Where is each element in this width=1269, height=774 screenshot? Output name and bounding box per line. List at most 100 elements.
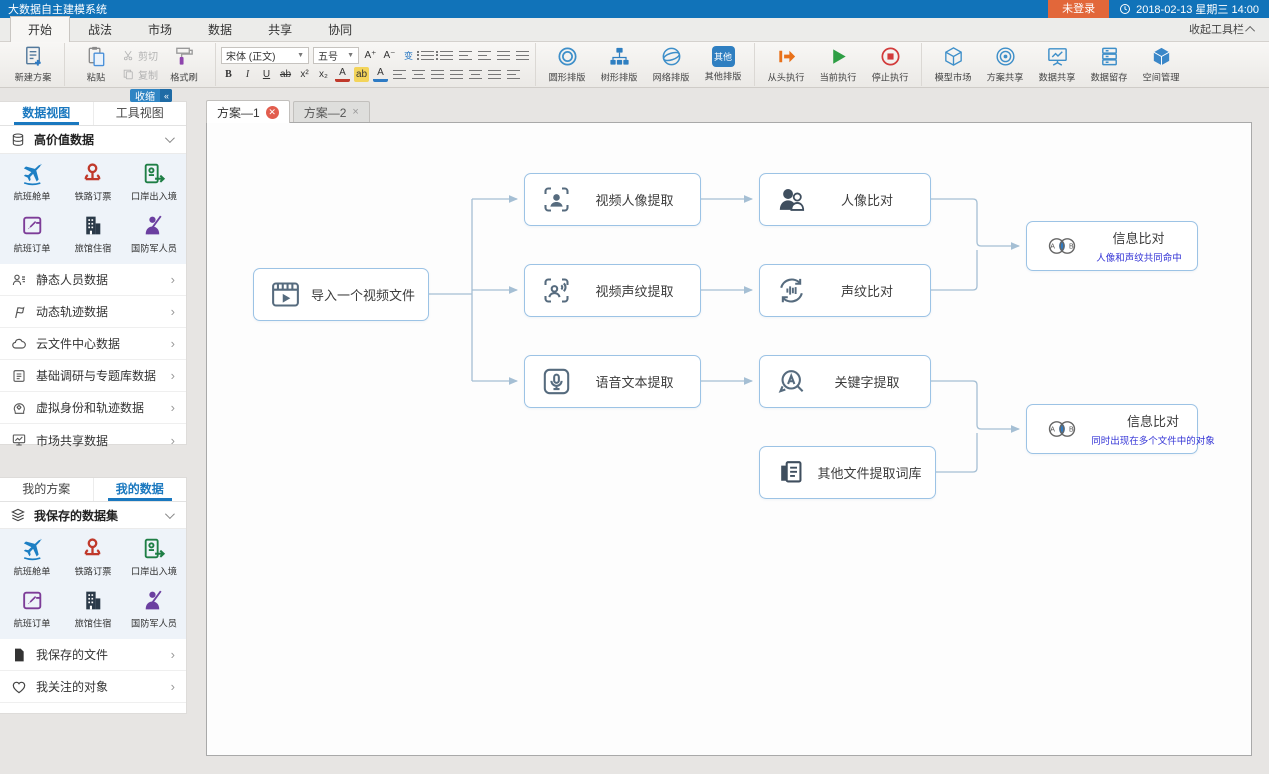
category-market-shared-data[interactable]: 市场共享数据 › — [0, 424, 186, 456]
menu-tab-tactics[interactable]: 战法 — [70, 16, 130, 41]
space-management-button[interactable]: 空间管理 — [1135, 44, 1187, 86]
node-keyword-extract[interactable]: 关键字提取 — [759, 355, 931, 408]
format-painter-icon — [173, 45, 196, 68]
plan-tab-2[interactable]: 方案—2 × — [293, 101, 370, 122]
node-import-video[interactable]: 导入一个视频文件 — [253, 268, 429, 321]
category-cloud-file-data[interactable]: 云文件中心数据 › — [0, 328, 186, 360]
shrink-font-button[interactable]: A⁻ — [382, 48, 397, 63]
line-spacing-button[interactable] — [468, 67, 483, 82]
sidebar-collapse-button[interactable]: 收缩 « — [130, 89, 172, 102]
stop-execution-button[interactable]: 停止执行 — [864, 44, 916, 86]
font-name-select[interactable]: 宋体 (正文)▼ — [221, 47, 309, 64]
saved-datasets-header[interactable]: 我保存的数据集 — [0, 502, 186, 529]
high-value-data-header[interactable]: 高价值数据 — [0, 126, 186, 154]
circular-layout-button[interactable]: 圆形排版 — [541, 44, 593, 86]
table-grid-button[interactable] — [515, 48, 530, 63]
dataset-border-entry-exit[interactable]: 口岸出入境 — [123, 536, 184, 578]
stop-icon — [879, 45, 902, 68]
category-research-library-data[interactable]: 基础调研与专题库数据 › — [0, 360, 186, 392]
align-right-icon — [431, 70, 444, 79]
network-layout-button[interactable]: 网络排版 — [645, 44, 697, 86]
dataset-flight-manifest[interactable]: 航班舱单 — [2, 536, 63, 578]
menu-tab-market[interactable]: 市场 — [130, 16, 190, 41]
tab-tool-view[interactable]: 工具视图 — [93, 102, 187, 125]
node-info-compare-1[interactable]: AB 信息比对 人像和声纹共同命中 — [1026, 221, 1198, 271]
close-tab-icon[interactable]: ✕ — [266, 106, 279, 119]
dataset-border-entry-exit[interactable]: 口岸出入境 — [123, 161, 184, 203]
head-gear-icon — [11, 400, 27, 416]
bold-button[interactable]: B — [221, 67, 236, 82]
dataset-hotel-stay[interactable]: 旅馆住宿 — [63, 588, 124, 630]
dataset-flight-order[interactable]: 航班订单 — [2, 213, 63, 255]
format-painter-button[interactable]: 格式刷 — [158, 44, 210, 86]
dataset-flight-order[interactable]: 航班订单 — [2, 588, 63, 630]
node-voiceprint-compare[interactable]: 声纹比对 — [759, 264, 931, 317]
menu-tab-start[interactable]: 开始 — [10, 16, 70, 42]
dataset-hotel-stay[interactable]: 旅馆住宿 — [63, 213, 124, 255]
node-speech-text-extract[interactable]: 语音文本提取 — [524, 355, 701, 408]
decrease-indent-button[interactable] — [458, 48, 473, 63]
sort-button[interactable] — [496, 48, 511, 63]
underline-color-button[interactable]: A — [373, 67, 388, 82]
dataset-defense-personnel[interactable]: 国防军人员 — [123, 213, 184, 255]
align-right-button[interactable] — [430, 67, 445, 82]
tree-layout-button[interactable]: 树形排版 — [593, 44, 645, 86]
flow-canvas[interactable]: 导入一个视频文件 视频人像提取 视频声纹提取 语音文本提取 人像比对 声纹比对 … — [206, 122, 1252, 756]
node-video-voiceprint-extract[interactable]: 视频声纹提取 — [524, 264, 701, 317]
login-status-badge[interactable]: 未登录 — [1048, 0, 1109, 18]
grow-font-button[interactable]: A⁺ — [363, 48, 378, 63]
cut-button[interactable]: 剪切 — [122, 48, 158, 63]
category-virtual-identity-data[interactable]: 虚拟身份和轨迹数据 › — [0, 392, 186, 424]
waveform-sync-icon — [775, 274, 808, 307]
category-static-person-data[interactable]: 静态人员数据 › — [0, 264, 186, 296]
align-center-button[interactable] — [411, 67, 426, 82]
tab-my-data[interactable]: 我的数据 — [93, 478, 187, 501]
italic-button[interactable]: I — [240, 67, 255, 82]
my-followed-objects[interactable]: 我关注的对象 › — [0, 671, 186, 703]
run-current-button[interactable]: 当前执行 — [812, 44, 864, 86]
menu-tab-collab[interactable]: 协同 — [310, 16, 370, 41]
dataset-defense-personnel[interactable]: 国防军人员 — [123, 588, 184, 630]
shading-button[interactable] — [487, 67, 502, 82]
category-dynamic-track-data[interactable]: 动态轨迹数据 › — [0, 296, 186, 328]
dataset-flight-manifest[interactable]: 航班舱单 — [2, 161, 63, 203]
subscript-button[interactable]: x₂ — [316, 67, 331, 82]
node-other-files-lexicon[interactable]: 其他文件提取词库 — [759, 446, 936, 499]
dataset-railway-ticket[interactable]: 铁路订票 — [63, 536, 124, 578]
superscript-button[interactable]: x² — [297, 67, 312, 82]
plan-share-button[interactable]: 方案共享 — [979, 44, 1031, 86]
other-layout-button[interactable]: 其他 其他排版 — [697, 44, 749, 86]
increase-indent-button[interactable] — [477, 48, 492, 63]
data-share-button[interactable]: 数据共享 — [1031, 44, 1083, 86]
justify-button[interactable] — [449, 67, 464, 82]
borders-button[interactable] — [506, 67, 521, 82]
plan-tab-1[interactable]: 方案—1 ✕ — [206, 100, 290, 123]
model-market-button[interactable]: 模型市场 — [927, 44, 979, 86]
tab-data-view[interactable]: 数据视图 — [0, 102, 93, 125]
node-face-compare[interactable]: 人像比对 — [759, 173, 931, 226]
tab-my-plans[interactable]: 我的方案 — [0, 478, 93, 501]
collapse-toolbar-button[interactable]: 收起工具栏 — [1189, 21, 1255, 37]
align-left-button[interactable] — [392, 67, 407, 82]
dataset-railway-ticket[interactable]: 铁路订票 — [63, 161, 124, 203]
phonetic-guide-button[interactable]: 变 — [401, 48, 416, 63]
strikethrough-button[interactable]: ab — [278, 67, 293, 82]
menu-tab-share[interactable]: 共享 — [250, 16, 310, 41]
run-from-start-button[interactable]: 从头执行 — [760, 44, 812, 86]
font-size-select[interactable]: 五号▼ — [313, 47, 359, 64]
highlight-button[interactable]: ab — [354, 67, 369, 82]
node-info-compare-2[interactable]: AB 信息比对 同时出现在多个文件中的对象 — [1026, 404, 1198, 454]
copy-button[interactable]: 复制 — [122, 67, 158, 82]
font-color-button[interactable]: A — [335, 67, 350, 82]
number-list-button[interactable] — [439, 48, 454, 63]
node-video-face-extract[interactable]: 视频人像提取 — [524, 173, 701, 226]
paste-button[interactable]: 粘贴 — [70, 44, 122, 86]
close-tab-icon[interactable]: × — [352, 106, 358, 118]
flight-ticket-icon — [20, 588, 45, 613]
data-retention-button[interactable]: 数据留存 — [1083, 44, 1135, 86]
my-saved-files[interactable]: 我保存的文件 › — [0, 639, 186, 671]
underline-button[interactable]: U — [259, 67, 274, 82]
menu-tab-data[interactable]: 数据 — [190, 16, 250, 41]
new-plan-button[interactable]: 新建方案 — [7, 44, 59, 86]
bullet-list-button[interactable] — [420, 48, 435, 63]
